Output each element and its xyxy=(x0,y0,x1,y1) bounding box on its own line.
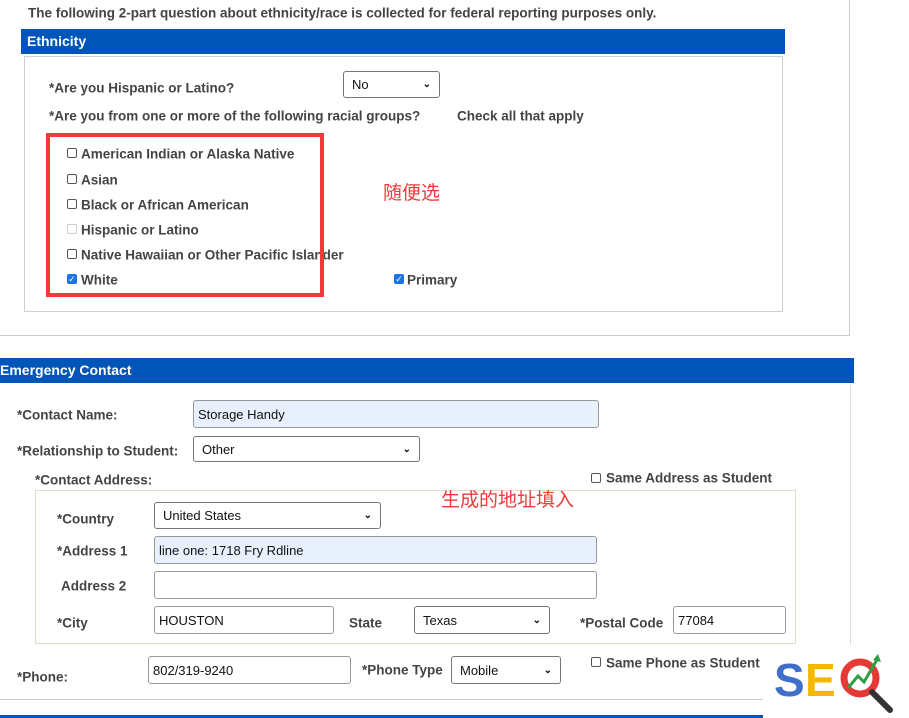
primary-label: Primary xyxy=(407,272,458,288)
contact-address-label: *Contact Address: xyxy=(35,472,153,488)
state-label: State xyxy=(349,615,383,631)
same-phone-label: Same Phone as Student xyxy=(606,655,760,671)
divider xyxy=(0,699,763,700)
checkbox-primary[interactable]: ✓ xyxy=(394,274,404,284)
city-input[interactable]: HOUSTON xyxy=(154,606,334,634)
racial-question: *Are you from one or more of the followi… xyxy=(49,108,421,124)
address2-input[interactable] xyxy=(154,571,597,599)
state-select[interactable]: Texas ⌄ xyxy=(414,606,550,634)
chevron-down-icon: ⌄ xyxy=(532,614,541,626)
annotation-text: 随便选 xyxy=(383,183,441,204)
phone-type-select[interactable]: Mobile ⌄ xyxy=(451,656,561,684)
contact-name-label: *Contact Name: xyxy=(17,407,118,423)
hispanic-select[interactable]: No ⌄ xyxy=(343,71,440,98)
container-border xyxy=(849,0,850,335)
city-label: *City xyxy=(57,615,88,631)
relationship-select[interactable]: Other ⌄ xyxy=(193,436,420,462)
country-label: *Country xyxy=(57,511,114,527)
chevron-down-icon: ⌄ xyxy=(422,79,431,90)
address2-label: Address 2 xyxy=(61,578,127,594)
annotation-highlight-box xyxy=(46,133,324,297)
phone-type-value: Mobile xyxy=(460,662,499,678)
seo-logo-watermark: S E xyxy=(774,654,893,713)
country-value: United States xyxy=(163,508,242,523)
panel-border xyxy=(850,385,851,645)
intro-text: The following 2-part question about ethn… xyxy=(28,5,657,21)
chevron-down-icon: ⌄ xyxy=(543,664,552,676)
chevron-down-icon: ⌄ xyxy=(402,443,411,455)
same-address-label: Same Address as Student xyxy=(606,470,773,486)
hispanic-question: *Are you Hispanic or Latino? xyxy=(49,80,235,96)
svg-text:E: E xyxy=(805,654,836,706)
same-address-checkbox[interactable] xyxy=(591,473,601,483)
phone-type-label: *Phone Type xyxy=(362,662,443,678)
address1-input[interactable]: line one: 1718 Fry Rdline xyxy=(154,536,597,564)
phone-input[interactable]: 802/319-9240 xyxy=(148,656,351,684)
same-phone-checkbox[interactable] xyxy=(591,657,601,667)
relationship-value: Other xyxy=(202,441,235,457)
annotation-text: 生成的地址填入 xyxy=(441,490,575,511)
hispanic-select-value: No xyxy=(352,77,369,92)
postal-code-label: *Postal Code xyxy=(580,615,664,631)
check-all-hint: Check all that apply xyxy=(457,108,584,124)
postal-code-input[interactable]: 77084 xyxy=(673,606,786,634)
phone-label: *Phone: xyxy=(17,669,69,685)
svg-text:S: S xyxy=(774,654,805,706)
ethnicity-header: Ethnicity xyxy=(21,29,785,54)
container-border xyxy=(0,335,850,336)
state-value: Texas xyxy=(423,612,457,628)
relationship-label: *Relationship to Student: xyxy=(17,443,179,459)
address1-label: *Address 1 xyxy=(57,543,128,559)
chevron-down-icon: ⌄ xyxy=(363,510,372,521)
country-select[interactable]: United States ⌄ xyxy=(154,502,381,529)
emergency-header: Emergency Contact xyxy=(0,358,854,383)
contact-name-input[interactable]: Storage Handy xyxy=(193,400,599,428)
